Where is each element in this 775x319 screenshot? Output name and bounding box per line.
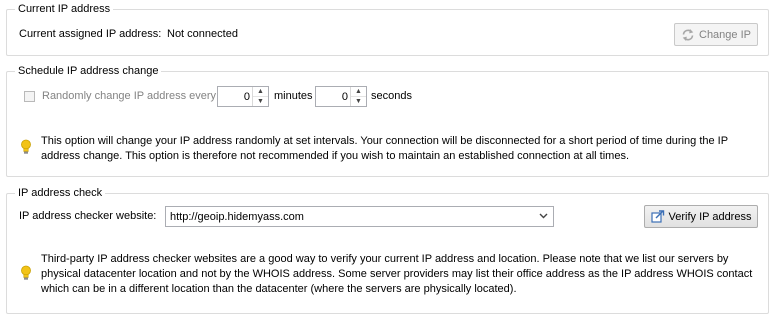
current-ip-legend: Current IP address	[15, 2, 114, 16]
chevron-down-icon[interactable]	[537, 209, 549, 223]
schedule-legend: Schedule IP address change	[15, 64, 162, 78]
random-change-checkbox[interactable]	[24, 91, 35, 102]
ip-check-legend: IP address check	[15, 186, 106, 200]
minutes-down-icon[interactable]: ▼	[253, 97, 268, 106]
refresh-icon	[682, 28, 694, 41]
minutes-value: 0	[243, 91, 250, 103]
schedule-info-text: This option will change your IP address …	[41, 135, 728, 162]
current-ip-group: Current IP address Current assigned IP a…	[6, 2, 769, 56]
current-ip-label: Current assigned IP address:	[19, 28, 162, 40]
ip-check-group: IP address check IP address checker webs…	[6, 186, 769, 314]
seconds-spinner-arrows: ▲ ▼	[350, 87, 366, 106]
lightbulb-icon	[21, 265, 31, 280]
checker-website-select[interactable]: http://geoip.hidemyass.com	[165, 206, 554, 227]
verify-ip-label: Verify IP address	[668, 210, 752, 223]
minutes-spinner-arrows: ▲ ▼	[252, 87, 268, 106]
minutes-up-icon[interactable]: ▲	[253, 87, 268, 97]
seconds-spinner[interactable]: 0 ▲ ▼	[315, 86, 367, 107]
change-ip-label: Change IP	[699, 28, 751, 41]
seconds-up-icon[interactable]: ▲	[351, 87, 366, 97]
schedule-group: Schedule IP address change Randomly chan…	[6, 64, 769, 177]
random-change-label: Randomly change IP address every	[42, 90, 217, 102]
seconds-label: seconds	[371, 90, 412, 102]
checker-website-value: http://geoip.hidemyass.com	[170, 211, 304, 223]
current-ip-value: Not connected	[167, 28, 238, 40]
minutes-label: minutes	[274, 90, 313, 102]
verify-ip-button[interactable]: Verify IP address	[644, 205, 758, 228]
checker-label: IP address checker website:	[19, 210, 157, 222]
minutes-spinner[interactable]: 0 ▲ ▼	[217, 86, 269, 107]
seconds-down-icon[interactable]: ▼	[351, 97, 366, 106]
lightbulb-icon	[21, 139, 31, 154]
external-link-icon	[650, 210, 664, 223]
seconds-value: 0	[341, 91, 348, 103]
change-ip-button[interactable]: Change IP	[674, 23, 758, 46]
ip-check-info-text: Third-party IP address checker websites …	[41, 253, 753, 295]
